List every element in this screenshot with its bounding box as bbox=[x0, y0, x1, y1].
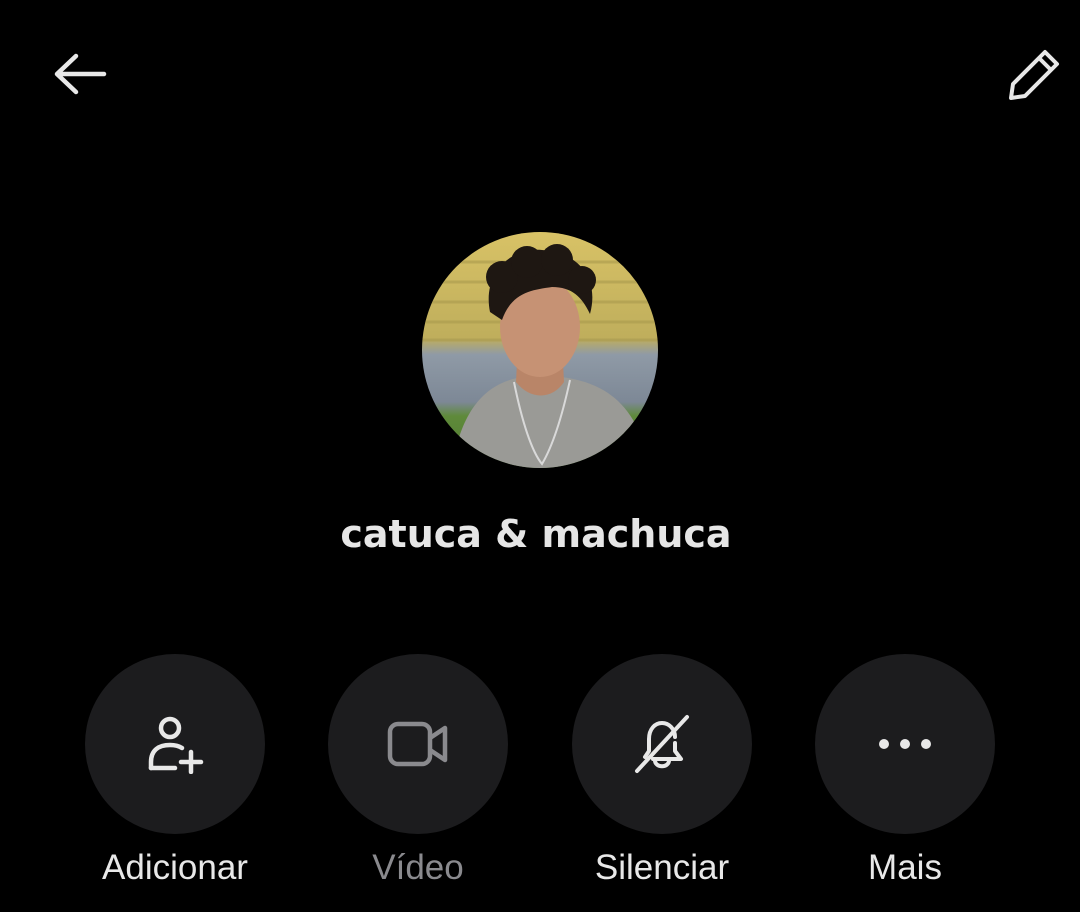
back-button[interactable] bbox=[40, 34, 120, 114]
pencil-icon bbox=[1009, 50, 1059, 100]
video-action: Vídeo bbox=[328, 654, 508, 888]
video-camera-icon bbox=[387, 721, 448, 767]
mute-button[interactable] bbox=[572, 654, 752, 834]
more-action: Mais bbox=[815, 654, 995, 888]
add-label: Adicionar bbox=[102, 848, 248, 887]
group-avatar[interactable] bbox=[422, 232, 658, 468]
edit-button[interactable] bbox=[995, 34, 1075, 114]
more-horizontal-icon bbox=[879, 739, 931, 749]
arrow-left-icon bbox=[54, 53, 107, 95]
video-button[interactable] bbox=[328, 654, 508, 834]
video-label: Vídeo bbox=[372, 848, 464, 887]
add-person-icon bbox=[148, 716, 204, 774]
add-button[interactable] bbox=[85, 654, 265, 834]
avatar-photo bbox=[422, 232, 658, 468]
mute-label: Silenciar bbox=[594, 848, 730, 887]
add-action: Adicionar bbox=[85, 654, 265, 888]
group-name: catuca & machuca bbox=[340, 512, 732, 556]
more-button[interactable] bbox=[815, 654, 995, 834]
bell-off-icon bbox=[635, 715, 689, 773]
mute-action: Silenciar bbox=[572, 654, 752, 888]
more-label: Mais bbox=[868, 848, 942, 887]
